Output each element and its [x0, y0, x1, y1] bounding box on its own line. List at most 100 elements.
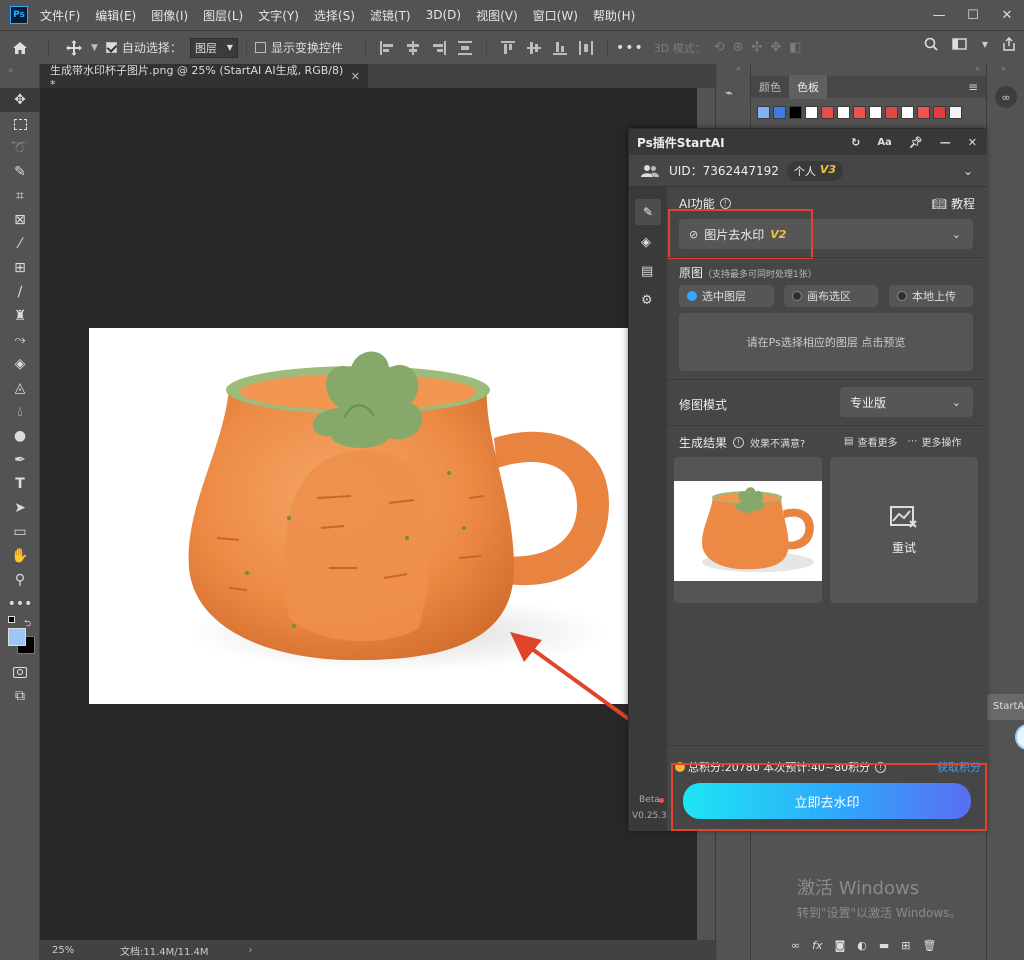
more-options-icon[interactable]: •••	[616, 40, 644, 56]
history-brush-tool-icon[interactable]: ⤳	[0, 328, 40, 352]
auto-select-dropdown[interactable]: 图层 ▼	[189, 37, 238, 58]
minimize-button[interactable]: —	[922, 0, 956, 30]
chevron-down-icon[interactable]: ⌄	[963, 164, 973, 178]
close-tab-icon[interactable]: ✕	[351, 70, 360, 83]
home-icon[interactable]	[0, 37, 40, 59]
menu-edit[interactable]: 编辑(E)	[95, 7, 136, 24]
startai-float-button[interactable]	[1015, 724, 1024, 750]
radio-selected-layer[interactable]: 选中图层	[679, 285, 774, 307]
type-tool-icon[interactable]: T	[0, 472, 40, 496]
color-swatch[interactable]	[837, 106, 850, 119]
eyedropper-tool-icon[interactable]: ⁄	[0, 232, 40, 256]
add-mask-icon[interactable]: ◙	[835, 939, 846, 952]
paint-bucket-tool-icon[interactable]: ◬	[0, 376, 40, 400]
view-more-link[interactable]: 查看更多	[857, 434, 897, 449]
radio-canvas-selection[interactable]: 画布选区	[784, 285, 878, 307]
move-tool-icon[interactable]	[57, 37, 91, 59]
retry-card[interactable]: 重试	[830, 457, 978, 603]
path-select-tool-icon[interactable]: ➤	[0, 496, 40, 520]
color-swatch[interactable]	[757, 106, 770, 119]
color-swatch[interactable]	[885, 106, 898, 119]
share-icon[interactable]	[1002, 37, 1016, 51]
color-swatches[interactable]: ⮌	[0, 616, 39, 660]
canvas-area[interactable]	[40, 88, 715, 940]
doc-info[interactable]: 文档:11.4M/11.4M	[120, 943, 209, 958]
menu-layer[interactable]: 图层(L)	[203, 7, 243, 24]
layers-icon[interactable]: ◈	[641, 235, 667, 250]
chevron-down-icon[interactable]: ▼	[91, 43, 98, 53]
color-swatch[interactable]	[901, 106, 914, 119]
history-panel-icon[interactable]: ⌁	[725, 86, 741, 102]
adjustment-layer-icon[interactable]: ◐	[857, 939, 867, 952]
align-top-icon[interactable]	[500, 40, 515, 55]
screen-mode-icon[interactable]: ⧉	[0, 684, 40, 708]
quick-mask-icon[interactable]	[0, 660, 40, 684]
collapse-toolbar-icon[interactable]: »	[0, 64, 39, 88]
color-swatch[interactable]	[789, 106, 802, 119]
panel-menu-icon[interactable]: ≡	[968, 80, 978, 94]
healing-brush-tool-icon[interactable]: ⊞	[0, 256, 40, 280]
delete-layer-icon[interactable]: 🗑︎	[922, 939, 936, 952]
result-thumbnail[interactable]	[674, 457, 822, 603]
distribute-v-icon[interactable]	[578, 40, 593, 55]
shape-tool-icon[interactable]: ▭	[0, 520, 40, 544]
menu-window[interactable]: 窗口(W)	[533, 7, 578, 24]
auto-select-checkbox[interactable]	[105, 42, 117, 53]
lasso-tool-icon[interactable]: ➰	[0, 136, 40, 160]
new-group-icon[interactable]: ▬	[879, 939, 889, 952]
workspace-icon[interactable]	[952, 37, 968, 51]
frame-tool-icon[interactable]: ⊠	[0, 208, 40, 232]
search-icon[interactable]	[924, 37, 938, 51]
close-panel-icon[interactable]: ✕	[968, 136, 977, 149]
default-colors-icon[interactable]	[8, 616, 15, 623]
blur-tool-icon[interactable]: 💧︎	[0, 400, 40, 424]
eraser-tool-icon[interactable]: ◈	[0, 352, 40, 376]
clone-stamp-tool-icon[interactable]: ♜	[0, 304, 40, 328]
foreground-color-swatch[interactable]	[8, 628, 26, 646]
align-bottom-icon[interactable]	[552, 41, 567, 55]
color-swatch[interactable]	[853, 106, 866, 119]
move-tool-icon[interactable]: ✥	[0, 88, 40, 112]
marquee-tool-icon[interactable]	[0, 112, 40, 136]
color-swatch[interactable]	[821, 106, 834, 119]
show-transform-checkbox[interactable]	[254, 42, 266, 53]
quick-select-tool-icon[interactable]: ✎	[0, 160, 40, 184]
menu-help[interactable]: 帮助(H)	[593, 7, 635, 24]
tutorial-link[interactable]: 📖︎ 教程	[932, 195, 975, 212]
chevron-right-icon[interactable]: ›	[249, 945, 253, 956]
align-center-h-icon[interactable]	[406, 40, 420, 55]
font-size-icon[interactable]: Aa	[877, 137, 892, 148]
refresh-icon[interactable]: ↻	[851, 136, 860, 149]
menu-filter[interactable]: 滤镜(T)	[370, 7, 411, 24]
new-layer-icon[interactable]: ⊞	[901, 939, 910, 952]
align-middle-v-icon[interactable]	[526, 41, 541, 55]
color-swatch[interactable]	[805, 106, 818, 119]
hand-tool-icon[interactable]: ✋	[0, 544, 40, 568]
remove-watermark-button[interactable]: 立即去水印	[683, 783, 971, 819]
document-icon[interactable]: ▤	[641, 264, 667, 279]
unsatisfied-link[interactable]: 效果不满意?	[750, 435, 805, 450]
menu-file[interactable]: 文件(F)	[40, 7, 80, 24]
preview-dropzone[interactable]: 请在Ps选择相应的图层 点击预览	[679, 313, 973, 371]
color-swatch[interactable]	[949, 106, 962, 119]
dodge-tool-icon[interactable]: ●	[0, 424, 40, 448]
maximize-button[interactable]: ☐	[956, 0, 990, 30]
zoom-level[interactable]: 25%	[52, 945, 110, 956]
align-left-icon[interactable]	[379, 40, 394, 55]
menu-image[interactable]: 图像(I)	[151, 7, 188, 24]
info-icon[interactable]: !	[719, 198, 731, 209]
brush-tool-icon[interactable]: ∕	[0, 280, 40, 304]
info-icon[interactable]: !	[733, 437, 745, 448]
settings-icon[interactable]: ⚙	[641, 293, 667, 308]
edit-icon[interactable]: ✎	[635, 199, 661, 225]
link-layers-icon[interactable]: ∞	[791, 939, 800, 952]
color-swatch[interactable]	[773, 106, 786, 119]
document-tab[interactable]: 生成带水印杯子图片.png @ 25% (StartAI AI生成, RGB/8…	[40, 64, 368, 91]
color-swatch[interactable]	[933, 106, 946, 119]
menu-select[interactable]: 选择(S)	[314, 7, 355, 24]
collapse-icon[interactable]: «	[987, 64, 1024, 76]
mode-select[interactable]: 专业版 ⌄	[840, 387, 973, 417]
tab-color[interactable]: 颜色	[751, 75, 789, 99]
menu-type[interactable]: 文字(Y)	[258, 7, 299, 24]
chevron-down-icon[interactable]: ▼	[982, 40, 988, 49]
